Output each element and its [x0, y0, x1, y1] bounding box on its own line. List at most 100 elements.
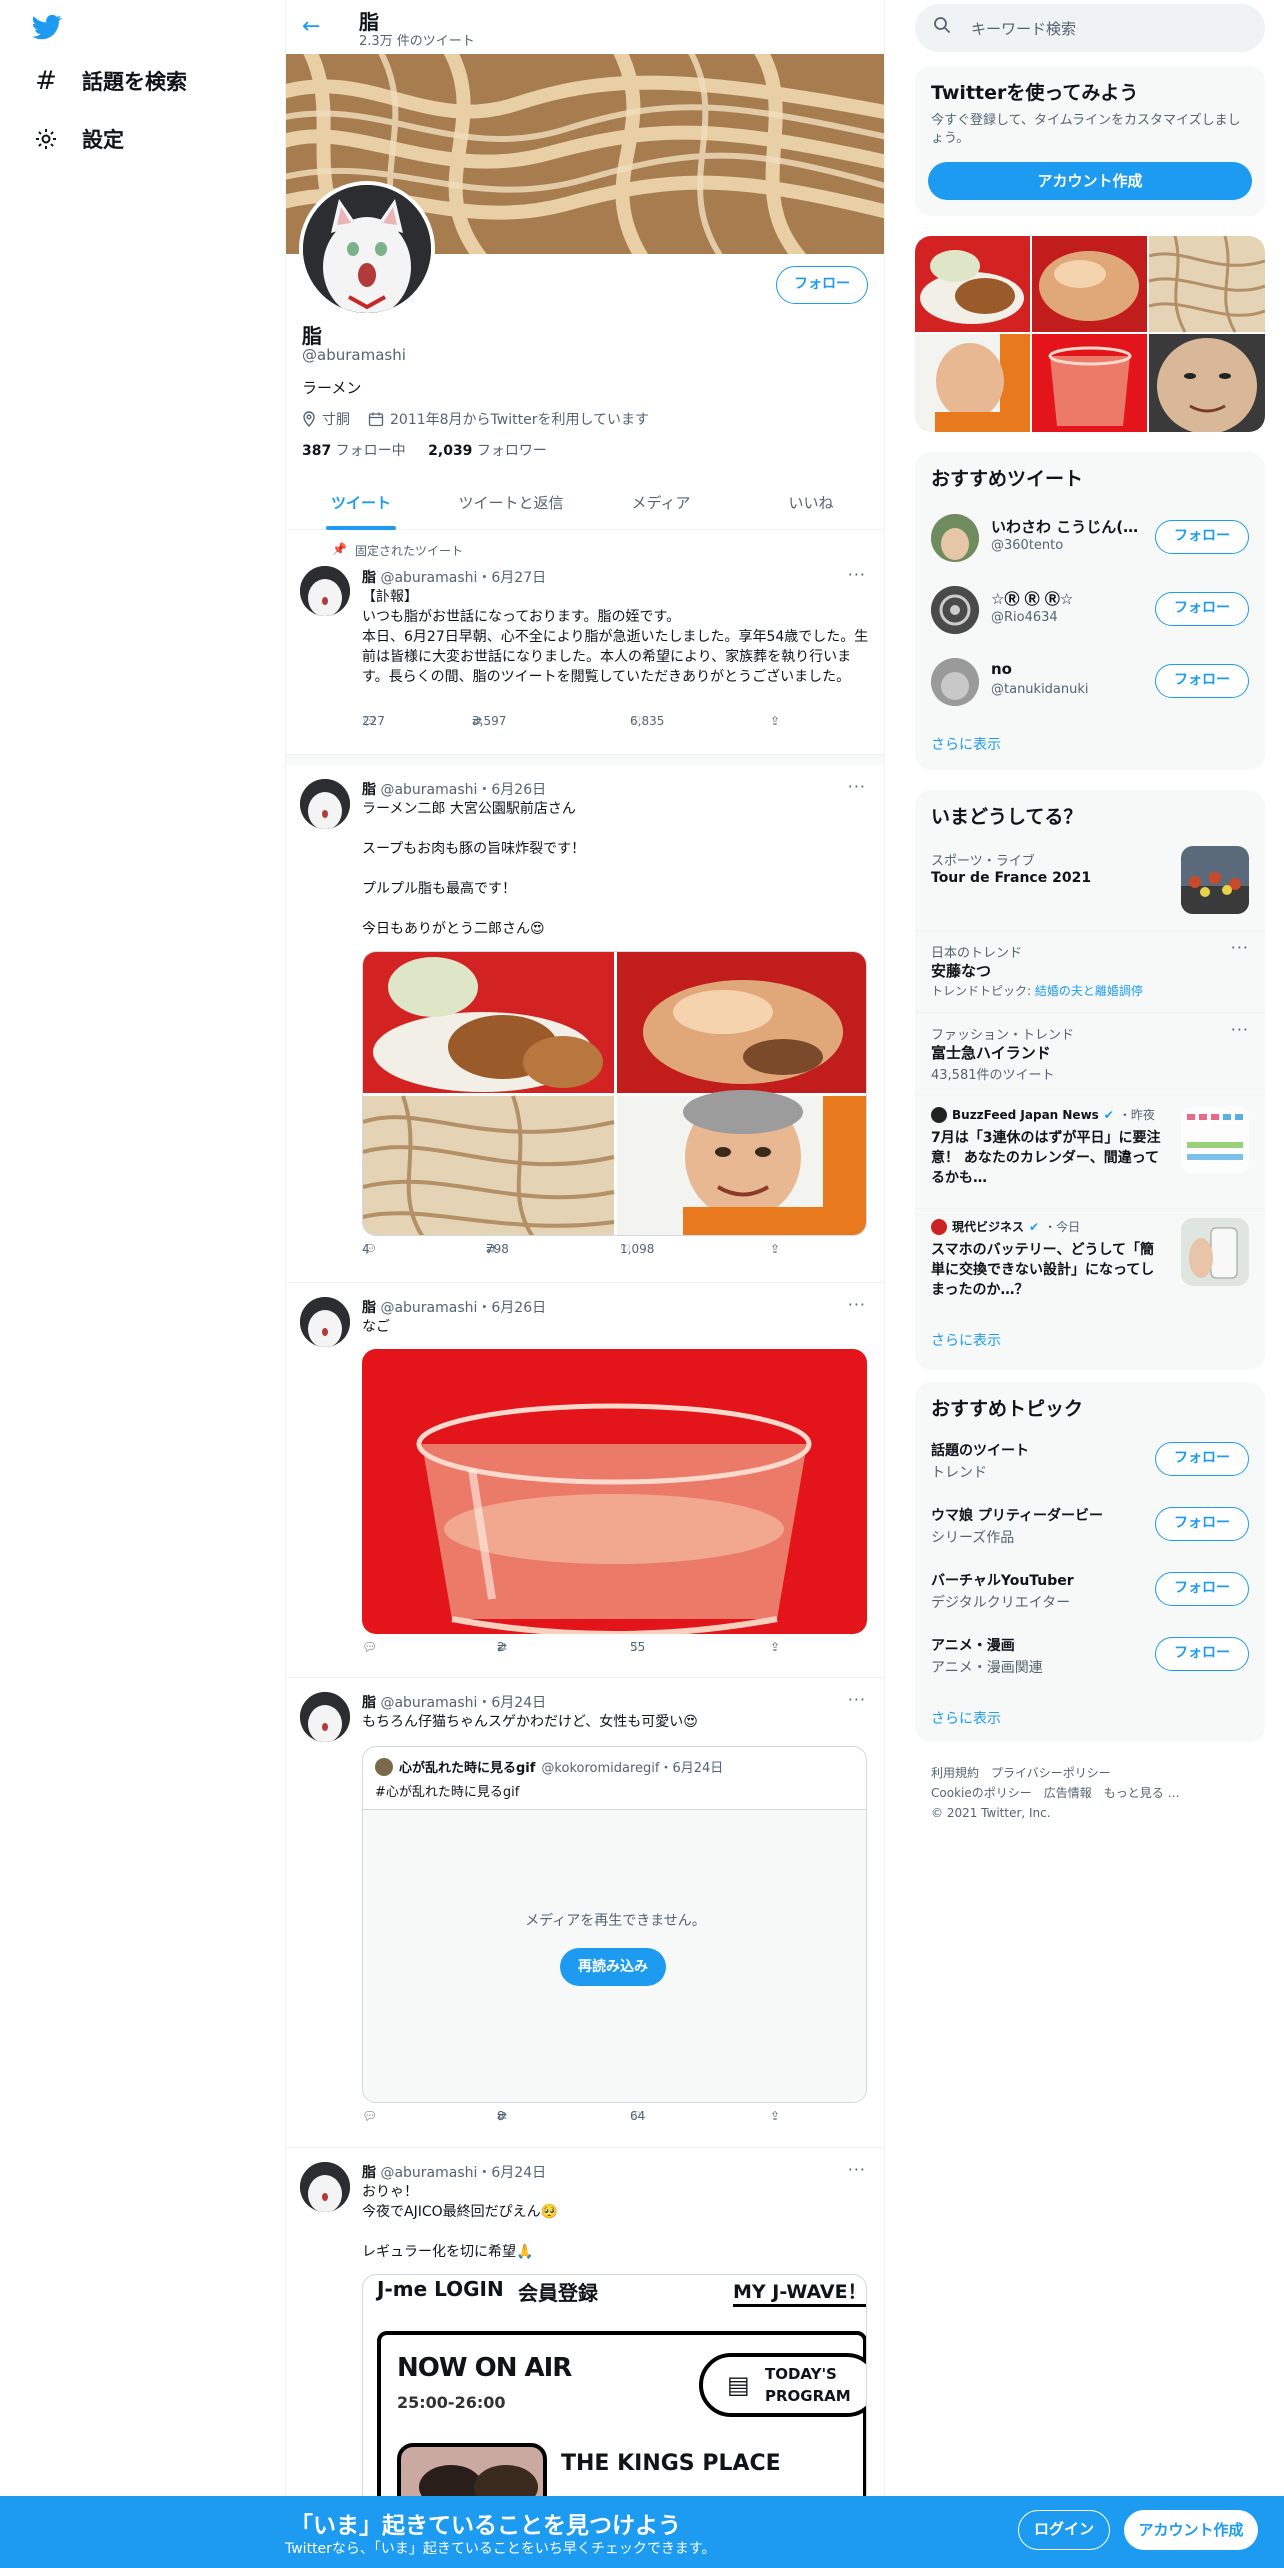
trend-item[interactable]: スポーツ・ライブ Tour de France 2021: [931, 846, 1249, 926]
avatar[interactable]: [931, 514, 979, 562]
footer-terms[interactable]: 利用規約: [931, 1766, 979, 1780]
search-icon: [933, 16, 951, 38]
follow-button[interactable]: フォロー: [1155, 1507, 1249, 1541]
tweet-author-name[interactable]: 脂: [362, 570, 376, 586]
back-arrow-icon[interactable]: ←: [302, 14, 320, 39]
tab-tweets-replies[interactable]: ツイートと返信: [436, 478, 586, 529]
trend-title: 安藤なつ: [931, 962, 992, 980]
nav-explore[interactable]: # 話題を検索: [32, 66, 187, 96]
follow-suggestion[interactable]: ☆Ⓡ Ⓡ Ⓡ☆ @Rio4634 フォロー: [931, 580, 1249, 640]
search-input[interactable]: キーワード検索: [971, 18, 1076, 39]
avatar[interactable]: [931, 658, 979, 706]
trend-title: Tour de France 2021: [931, 870, 1092, 886]
topic-item[interactable]: 話題のツイート トレンド フォロー: [931, 1438, 1249, 1494]
twitter-logo-icon[interactable]: [30, 12, 64, 42]
news-title: スマホのバッテリー、どうして「簡単に交換できない設計」になってしまったのか…？: [931, 1242, 1155, 1298]
avatar[interactable]: [300, 1692, 350, 1742]
nav-settings[interactable]: 設定: [32, 124, 124, 154]
avatar[interactable]: [931, 586, 979, 634]
show-more-link[interactable]: さらに表示: [931, 1330, 1001, 1350]
tweet-photo-grid[interactable]: [362, 951, 867, 1236]
jwave-register: 会員登録: [518, 2281, 598, 2305]
reply-icon: 💬︎: [362, 1640, 378, 1654]
left-sidebar: # 話題を検索 設定: [0, 0, 285, 2568]
footer-cookie[interactable]: Cookieのポリシー: [931, 1786, 1032, 1800]
jwave-login: J-me LOGIN: [377, 2277, 504, 2301]
tweet-jiro[interactable]: 脂 @aburamashi・6月26日 ··· ラーメン二郎 大宮公園駅前店さん…: [286, 765, 884, 1283]
topic-item[interactable]: アニメ・漫画 アニメ・漫画関連 フォロー: [931, 1633, 1249, 1689]
who-to-follow-card: おすすめツイート いわさわ こうじん(… @360tento フォロー ☆Ⓡ Ⓡ…: [915, 452, 1265, 770]
create-account-button[interactable]: アカウント作成: [928, 162, 1252, 200]
tweet-text: もちろん仔猫ちゃんスゲかわだけど、女性も可愛い😍: [362, 1714, 698, 1730]
avatar[interactable]: [300, 566, 350, 616]
profile-follow-button[interactable]: フォロー: [776, 266, 868, 304]
follow-button[interactable]: フォロー: [1155, 520, 1249, 554]
tweet-quote[interactable]: 脂 @aburamashi・6月24日 ··· もちろん仔猫ちゃんスゲかわだけど…: [286, 1678, 884, 2148]
more-options-icon[interactable]: ···: [848, 1690, 866, 1709]
follow-button[interactable]: フォロー: [1155, 1572, 1249, 1606]
tweet-author-name[interactable]: 脂: [362, 2165, 376, 2181]
tab-tweets[interactable]: ツイート: [286, 478, 436, 530]
news-item[interactable]: 現代ビジネス ✔ ・今日 スマホのバッテリー、どうして「簡単に交換できない設計」…: [931, 1216, 1249, 1316]
follow-suggestion[interactable]: no @tanukidanuki フォロー: [931, 652, 1249, 712]
hashtag-icon: #: [35, 66, 57, 96]
topic-item[interactable]: ウマ娘 プリティーダービー シリーズ作品 フォロー: [931, 1503, 1249, 1559]
login-button[interactable]: ログイン: [1018, 2510, 1110, 2550]
more-options-icon[interactable]: ···: [848, 777, 866, 796]
following-link[interactable]: 387 フォロー中: [302, 443, 406, 459]
signup-button[interactable]: アカウント作成: [1124, 2510, 1258, 2550]
more-options-icon[interactable]: ···: [1231, 938, 1249, 957]
avatar[interactable]: [300, 779, 350, 829]
news-thumbnail: [1181, 1106, 1249, 1174]
avatar[interactable]: [300, 1297, 350, 1347]
topic-subtitle: アニメ・漫画関連: [931, 1660, 1043, 1676]
follow-button[interactable]: フォロー: [1155, 1442, 1249, 1476]
footer-more[interactable]: もっと見る …: [1104, 1786, 1180, 1800]
followers-link[interactable]: 2,039 フォロワー: [428, 443, 547, 459]
trend-topic-link[interactable]: 結婚の夫と離婚調停: [1035, 984, 1143, 998]
on-air-label: NOW ON AIR: [397, 2353, 572, 2383]
tweet-photo[interactable]: [362, 1349, 867, 1634]
news-item[interactable]: BuzzFeed Japan News ✔ ・昨夜 7月は「3連休のはずが平日」…: [931, 1104, 1249, 1204]
tab-media[interactable]: メディア: [586, 478, 736, 529]
tweet-text: おりゃ！ 今夜でAJICO最終回だぴえん🥺 レギュラー化を切に希望🙏: [362, 2184, 559, 2260]
follow-suggestion[interactable]: いわさわ こうじん(… @360tento フォロー: [931, 508, 1249, 568]
pin-icon: 📌: [332, 542, 347, 556]
prompt-subtitle: Twitterなら、「いま」起きていることをいち早くチェックできます。: [285, 2541, 716, 2557]
tweet-author-name[interactable]: 脂: [362, 1695, 376, 1711]
follow-button[interactable]: フォロー: [1155, 664, 1249, 698]
follow-button[interactable]: フォロー: [1155, 1637, 1249, 1671]
avatar[interactable]: [300, 2162, 350, 2212]
trend-item[interactable]: ファッション・トレンド 富士急ハイランド 43,581件のツイート ···: [931, 1020, 1249, 1090]
tweet-nago[interactable]: 脂 @aburamashi・6月26日 ··· なご 💬︎ ⇄ 2 ♡ 55 ⇪: [286, 1283, 884, 1678]
media-gallery[interactable]: [915, 236, 1265, 432]
tweet-pinned[interactable]: 📌 固定されたツイート 脂 @aburamashi・6月27日 ··· 【訃報】…: [286, 531, 884, 755]
follow-button[interactable]: フォロー: [1155, 592, 1249, 626]
more-options-icon[interactable]: ···: [848, 565, 866, 584]
footer-copyright: © 2021 Twitter, Inc.: [931, 1806, 1051, 1820]
document-icon: ▤: [727, 2371, 750, 2399]
footer-ads[interactable]: 広告情報: [1044, 1786, 1092, 1800]
tweet-author-name[interactable]: 脂: [362, 782, 376, 798]
tab-likes[interactable]: いいね: [736, 478, 884, 529]
verified-badge-icon: ✔: [1029, 1219, 1040, 1234]
suggestion-name: no: [991, 660, 1012, 678]
more-options-icon[interactable]: ···: [1231, 1020, 1249, 1039]
prompt-title: 「いま」起きていることを見つけよう: [290, 2513, 681, 2539]
more-options-icon[interactable]: ···: [848, 2160, 866, 2179]
topic-item[interactable]: バーチャルYouTuber デジタルクリエイター フォロー: [931, 1568, 1249, 1624]
search-box[interactable]: キーワード検索: [915, 4, 1265, 52]
trend-item[interactable]: 日本のトレンド 安藤なつ トレンドトピック: 結婚の夫と離婚調停 ···: [931, 938, 1249, 1008]
profile-avatar[interactable]: [299, 181, 435, 317]
show-more-link[interactable]: さらに表示: [931, 1708, 1001, 1728]
tweet-actions: 💬︎ ⇄ 8 ♡ 64 ⇪: [362, 2109, 781, 2123]
todays-program-badge[interactable]: TODAY'S PROGRAM ▤: [699, 2353, 866, 2417]
suggestion-handle: @Rio4634: [991, 610, 1058, 625]
more-options-icon[interactable]: ···: [848, 1295, 866, 1314]
share-icon: ⇪: [770, 2109, 781, 2123]
footer-privacy[interactable]: プライバシーポリシー: [991, 1766, 1111, 1780]
tweet-author-name[interactable]: 脂: [362, 1300, 376, 1316]
quoted-tweet[interactable]: 心が乱れた時に見るgif @kokoromidaregif・6月24日 #心が乱…: [362, 1746, 867, 2103]
reload-button[interactable]: 再読み込み: [560, 1948, 666, 1986]
show-more-link[interactable]: さらに表示: [931, 734, 1001, 754]
